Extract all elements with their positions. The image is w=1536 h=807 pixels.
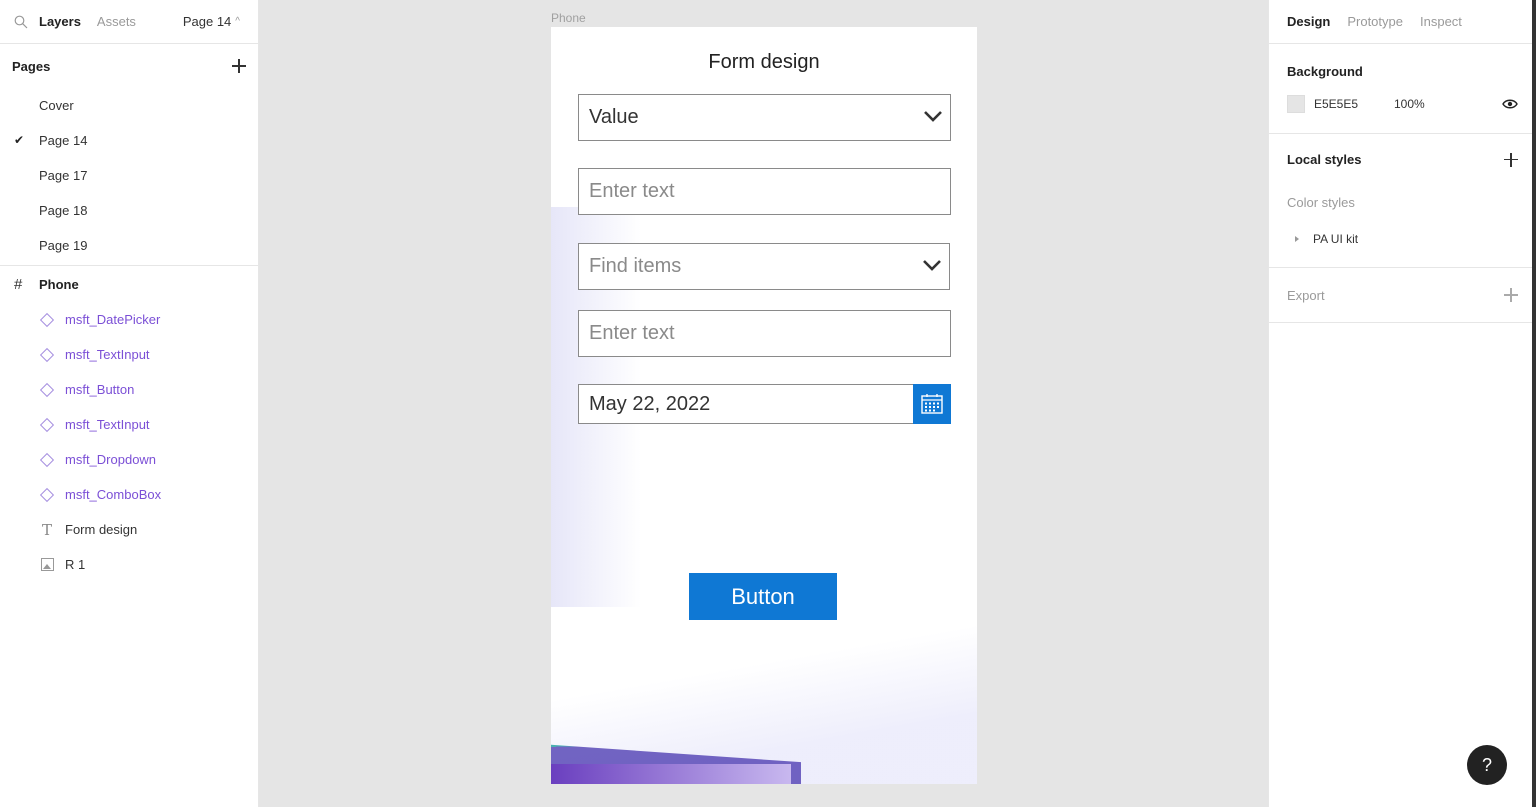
tab-prototype[interactable]: Prototype xyxy=(1347,14,1403,29)
text-input[interactable]: Enter text xyxy=(578,310,951,357)
frame-icon: # xyxy=(14,275,23,293)
date-picker[interactable]: May 22, 2022 xyxy=(578,384,951,424)
page-item-label: Cover xyxy=(39,98,74,113)
tab-inspect[interactable]: Inspect xyxy=(1420,14,1462,29)
caret-right-icon xyxy=(1295,236,1299,242)
background-fill-row: E5E5E5 100% xyxy=(1287,95,1518,113)
left-panel-header: Layers Assets Page 14 ^ xyxy=(0,0,258,44)
page-item-label: Page 18 xyxy=(39,203,88,218)
export-section: Export xyxy=(1269,268,1536,323)
text-icon: T xyxy=(41,520,52,539)
tab-assets[interactable]: Assets xyxy=(97,14,136,29)
text-input-placeholder: Enter text xyxy=(589,322,675,344)
pages-title: Pages xyxy=(12,58,51,74)
page-item-cover[interactable]: Cover xyxy=(0,88,258,123)
color-styles-label: Color styles xyxy=(1287,195,1355,210)
chevron-up-icon: ^ xyxy=(235,16,240,27)
chevron-down-icon xyxy=(924,111,942,122)
layer-item[interactable]: msft_TextInput xyxy=(0,337,258,372)
dropdown[interactable]: Value xyxy=(578,94,951,141)
layer-item[interactable]: msft_ComboBox xyxy=(0,477,258,512)
form-title[interactable]: Form design xyxy=(551,51,977,74)
properties-panel: Design Prototype Inspect Background E5E5… xyxy=(1268,0,1536,807)
layer-label: msft_Dropdown xyxy=(65,452,157,467)
properties-tabs: Design Prototype Inspect xyxy=(1269,0,1536,44)
background-opacity-input[interactable]: 100% xyxy=(1394,97,1425,111)
search-icon[interactable] xyxy=(14,15,28,29)
layer-label: msft_TextInput xyxy=(65,347,150,362)
layer-label: msft_Button xyxy=(65,382,135,397)
window-edge xyxy=(1532,0,1536,807)
help-button[interactable]: ? xyxy=(1467,745,1507,785)
tab-design[interactable]: Design xyxy=(1287,14,1330,29)
export-title: Export xyxy=(1287,287,1325,303)
pages-header: Pages xyxy=(0,44,258,88)
page-item-page-18[interactable]: Page 18 xyxy=(0,193,258,228)
component-icon xyxy=(39,417,55,433)
layer-label: Form design xyxy=(65,522,138,537)
layer-label: msft_ComboBox xyxy=(65,487,162,502)
layer-label: R 1 xyxy=(65,557,86,572)
date-value: May 22, 2022 xyxy=(589,392,711,415)
background-section: Background E5E5E5 100% xyxy=(1269,44,1536,134)
page-item-page-14[interactable]: ✔ Page 14 xyxy=(0,123,258,158)
current-page-label: Page 14 xyxy=(182,14,232,29)
frame-label[interactable]: Phone xyxy=(551,11,586,25)
phone-frame[interactable]: Form design Value Enter text Find items … xyxy=(551,27,977,784)
component-icon xyxy=(39,347,55,363)
calendar-button[interactable] xyxy=(913,384,951,424)
dropdown-value: Value xyxy=(589,106,639,128)
layer-label: Phone xyxy=(39,276,79,292)
layer-item[interactable]: msft_DatePicker xyxy=(0,302,258,337)
text-input[interactable]: Enter text xyxy=(578,168,951,215)
layers-panel: Layers Assets Page 14 ^ Pages Cover ✔ Pag… xyxy=(0,0,259,807)
eye-icon[interactable] xyxy=(1502,98,1518,110)
primary-button[interactable]: Button xyxy=(689,573,837,620)
chevron-down-icon xyxy=(923,260,941,271)
style-group-label: PA UI kit xyxy=(1313,232,1359,246)
component-icon xyxy=(39,487,55,503)
component-icon xyxy=(39,312,55,328)
add-page-icon[interactable] xyxy=(232,59,246,73)
add-style-icon[interactable] xyxy=(1504,152,1518,167)
background-stripe xyxy=(551,764,791,784)
calendar-icon xyxy=(921,394,943,414)
layer-item[interactable]: msft_TextInput xyxy=(0,407,258,442)
page-item-page-17[interactable]: Page 17 xyxy=(0,158,258,193)
checkmark-icon: ✔ xyxy=(14,133,25,147)
component-icon xyxy=(39,382,55,398)
style-group-row[interactable]: PA UI kit xyxy=(1287,232,1518,246)
page-item-label: Page 19 xyxy=(39,238,88,253)
layer-item[interactable]: msft_Dropdown xyxy=(0,442,258,477)
layer-frame-phone[interactable]: # Phone xyxy=(0,266,258,302)
component-icon xyxy=(39,452,55,468)
tab-layers[interactable]: Layers xyxy=(39,14,81,29)
page-item-page-19[interactable]: Page 19 xyxy=(0,228,258,263)
local-styles-section: Local styles Color styles PA UI kit xyxy=(1269,134,1536,268)
page-item-label: Page 17 xyxy=(39,168,88,183)
combobox[interactable]: Find items xyxy=(578,243,950,290)
layer-item[interactable]: T Form design xyxy=(0,512,258,547)
background-hex-input[interactable]: E5E5E5 xyxy=(1314,97,1394,111)
color-swatch[interactable] xyxy=(1287,95,1305,113)
layer-item[interactable]: R 1 xyxy=(0,547,258,582)
add-export-icon[interactable] xyxy=(1504,288,1518,302)
layer-label: msft_DatePicker xyxy=(65,312,161,327)
text-input-placeholder: Enter text xyxy=(589,180,675,202)
local-styles-title: Local styles xyxy=(1287,152,1362,167)
background-title: Background xyxy=(1287,64,1363,79)
page-item-label: Page 14 xyxy=(39,133,88,148)
combobox-placeholder: Find items xyxy=(589,255,682,277)
page-selector[interactable]: Page 14 ^ xyxy=(183,14,240,29)
layer-item[interactable]: msft_Button xyxy=(0,372,258,407)
image-icon xyxy=(39,557,55,573)
layer-label: msft_TextInput xyxy=(65,417,150,432)
